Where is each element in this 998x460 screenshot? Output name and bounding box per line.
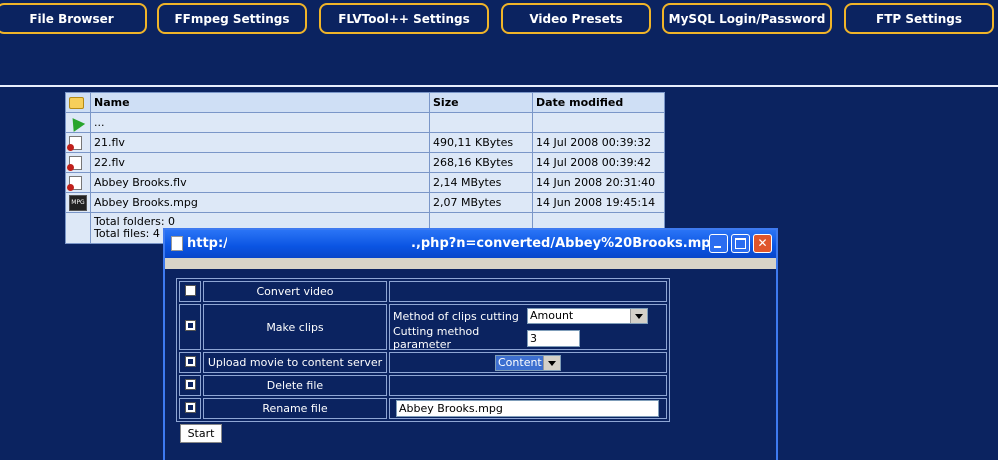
- method-row: Method of clips cutting Amount: [390, 305, 666, 327]
- minimize-button[interactable]: [709, 234, 728, 253]
- upload-checkbox[interactable]: [184, 355, 196, 367]
- popup-title-left: http:/: [187, 236, 228, 251]
- param-label: Cutting method parameter: [393, 325, 480, 351]
- rename-input[interactable]: Abbey Brooks.mpg: [396, 400, 659, 417]
- header-name[interactable]: Name: [90, 92, 430, 113]
- delete-label: Delete file: [203, 375, 387, 396]
- start-button[interactable]: Start: [180, 424, 222, 443]
- checkbox-cell: [179, 398, 201, 419]
- nav-mysql-button[interactable]: MySQL Login/Password: [662, 3, 832, 34]
- method-select[interactable]: Amount: [527, 308, 648, 324]
- file-name[interactable]: 21.flv: [90, 132, 430, 153]
- dropdown-arrow-icon: [630, 309, 647, 323]
- file-name[interactable]: Abbey Brooks.flv: [90, 172, 430, 193]
- nav-file-browser-button[interactable]: File Browser: [0, 3, 147, 34]
- checkbox-cell: [179, 375, 201, 396]
- table-row[interactable]: 21.flv 490,11 KBytes 14 Jul 2008 00:39:3…: [65, 132, 665, 153]
- action-row-clips: Make clips Method of clips cutting Amoun…: [179, 304, 667, 351]
- delete-options: [389, 375, 667, 396]
- file-date: 14 Jul 2008 00:39:32: [532, 132, 665, 153]
- maximize-button[interactable]: [731, 234, 750, 253]
- checkbox-cell: [179, 281, 201, 302]
- upload-options: Content: [389, 352, 667, 373]
- method-label: Method of clips cutting: [393, 309, 519, 323]
- make-clips-options: Method of clips cutting Amount Cutting m…: [389, 304, 667, 351]
- nav-ftp-settings-button[interactable]: FTP Settings: [844, 3, 994, 34]
- file-name[interactable]: Abbey Brooks.mpg: [90, 192, 430, 213]
- delete-checkbox[interactable]: [184, 378, 196, 390]
- popup-titlebar[interactable]: http:/ .,php?n=converted/Abbey%20Brooks.…: [165, 230, 776, 258]
- divider: [0, 85, 998, 87]
- close-button[interactable]: ✕: [753, 234, 772, 253]
- popup-title-right: .,php?n=converted/Abbey%20Brooks.mpg: [411, 236, 720, 251]
- file-date: 14 Jun 2008 20:31:40: [532, 172, 665, 193]
- file-icon-cell: MPG: [65, 192, 91, 213]
- make-clips-label: Make clips: [203, 304, 387, 350]
- header-date[interactable]: Date modified: [532, 92, 665, 113]
- file-date: 14 Jul 2008 00:39:42: [532, 152, 665, 173]
- upload-label: Upload movie to content server: [203, 352, 387, 373]
- checkbox-cell: [179, 352, 201, 373]
- file-table: Name Size Date modified ... 21.flv 490,1…: [65, 92, 665, 244]
- file-date: 14 Jun 2008 19:45:14: [532, 192, 665, 213]
- empty-cell: [429, 112, 533, 133]
- minimize-icon: [714, 246, 721, 248]
- make-clips-checkbox[interactable]: [184, 320, 196, 331]
- document-icon: [171, 236, 183, 251]
- content-select-value: Content: [498, 355, 542, 369]
- empty-cell: [532, 112, 665, 133]
- header-size[interactable]: Size: [429, 92, 533, 113]
- action-row-rename: Rename file Abbey Brooks.mpg: [179, 398, 667, 419]
- param-input[interactable]: 3: [527, 329, 580, 347]
- up-arrow-icon: [66, 114, 86, 132]
- table-row[interactable]: Abbey Brooks.flv 2,14 MBytes 14 Jun 2008…: [65, 172, 665, 193]
- close-icon: ✕: [757, 236, 768, 250]
- flv-file-icon: [67, 155, 82, 171]
- flv-file-icon: [67, 175, 82, 191]
- content-server-select[interactable]: Content: [495, 354, 561, 371]
- convert-video-checkbox[interactable]: [184, 284, 196, 296]
- title-redaction: [227, 230, 411, 258]
- rename-checkbox[interactable]: [184, 401, 196, 413]
- popup-menubar: [165, 258, 776, 269]
- header-icon-cell: [65, 92, 91, 113]
- actions-table: Convert video Make clips Method of clips…: [176, 278, 670, 422]
- nav-flvtool-settings-button[interactable]: FLVTool++ Settings: [319, 3, 489, 34]
- nav-ffmpeg-settings-button[interactable]: FFmpeg Settings: [157, 3, 307, 34]
- file-name[interactable]: 22.flv: [90, 152, 430, 173]
- maximize-icon: [735, 238, 746, 249]
- action-row-delete: Delete file: [179, 375, 667, 396]
- table-header-row: Name Size Date modified: [65, 92, 665, 113]
- table-row[interactable]: MPG Abbey Brooks.mpg 2,07 MBytes 14 Jun …: [65, 192, 665, 213]
- file-size: 490,11 KBytes: [429, 132, 533, 153]
- file-icon-cell: [65, 132, 91, 153]
- convert-video-label: Convert video: [203, 281, 387, 302]
- convert-video-options: [389, 281, 667, 302]
- up-link[interactable]: ...: [90, 112, 430, 133]
- rename-label: Rename file: [203, 398, 387, 419]
- rename-options: Abbey Brooks.mpg: [389, 398, 667, 419]
- checkbox-cell: [179, 304, 201, 350]
- action-popup-window: http:/ .,php?n=converted/Abbey%20Brooks.…: [163, 228, 778, 460]
- file-size: 268,16 KBytes: [429, 152, 533, 173]
- mpg-file-icon: MPG: [69, 194, 87, 211]
- nav-video-presets-button[interactable]: Video Presets: [501, 3, 651, 34]
- flv-file-icon: [67, 135, 82, 151]
- empty-cell: [65, 212, 91, 244]
- folder-icon: [69, 97, 84, 109]
- dropdown-arrow-icon: [543, 355, 560, 370]
- up-icon-cell: [65, 112, 91, 133]
- file-icon-cell: [65, 172, 91, 193]
- file-size: 2,14 MBytes: [429, 172, 533, 193]
- table-row-up[interactable]: ...: [65, 112, 665, 133]
- file-size: 2,07 MBytes: [429, 192, 533, 213]
- action-row-upload: Upload movie to content server Content: [179, 352, 667, 373]
- table-row[interactable]: 22.flv 268,16 KBytes 14 Jul 2008 00:39:4…: [65, 152, 665, 173]
- file-icon-cell: [65, 152, 91, 173]
- action-row-convert: Convert video: [179, 281, 667, 302]
- method-select-value: Amount: [530, 309, 574, 322]
- param-row: Cutting method parameter 3: [390, 325, 666, 351]
